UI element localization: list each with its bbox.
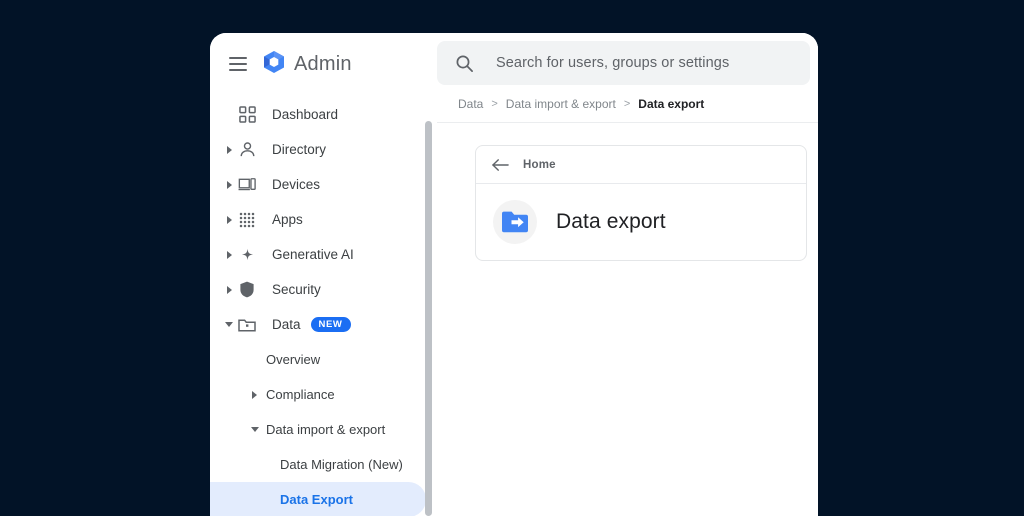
breadcrumb-item-data-import-export[interactable]: Data import & export <box>506 97 616 111</box>
arrow-back-icon[interactable] <box>492 158 509 172</box>
sidebar-item-label: Directory <box>272 142 327 157</box>
breadcrumb-separator: > <box>491 97 498 110</box>
search-region: Search for users, groups or settings <box>437 33 818 85</box>
card-back-label: Home <box>523 158 556 171</box>
sidebar-item-devices[interactable]: Devices <box>210 167 437 202</box>
sidebar-item-data-export[interactable]: Data Export <box>210 482 426 516</box>
sidebar-item-label: Apps <box>272 212 303 227</box>
admin-brand[interactable]: Admin <box>263 50 352 79</box>
sidebar-scrollbar-thumb[interactable] <box>425 121 432 516</box>
sidebar-item-label: Dashboard <box>272 107 339 122</box>
chevron-right-icon[interactable] <box>222 285 236 294</box>
sidebar-item-data[interactable]: Data NEW <box>210 307 437 342</box>
chevron-down-icon[interactable] <box>222 321 236 328</box>
new-badge: NEW <box>310 316 351 333</box>
content-area: Home Data export <box>437 123 818 516</box>
admin-console-window: Admin Dashboard Directory Devices Apps G… <box>210 33 818 516</box>
breadcrumb: Data > Data import & export > Data expor… <box>437 85 818 123</box>
sidebar-item-label: Devices <box>272 177 321 192</box>
sidebar-item-directory[interactable]: Directory <box>210 132 437 167</box>
sidebar-navigation: Admin Dashboard Directory Devices Apps G… <box>210 33 437 516</box>
data-export-folder-arrow-icon <box>493 200 537 244</box>
card-back-home-row[interactable]: Home <box>476 146 806 184</box>
hamburger-menu-icon[interactable] <box>229 57 247 71</box>
sidebar-item-dashboard[interactable]: Dashboard <box>210 97 437 132</box>
sidebar-item-list: Dashboard Directory Devices Apps Generat… <box>210 95 437 516</box>
sidebar-item-label: Data import & export <box>266 422 386 437</box>
shield-icon <box>236 281 258 298</box>
search-magnifier-icon <box>455 54 474 73</box>
breadcrumb-separator: > <box>623 97 631 110</box>
sidebar-item-label: Data Migration (New) <box>280 457 403 472</box>
google-admin-hexagon-logo-icon <box>263 50 285 79</box>
card-title: Data export <box>556 210 666 233</box>
chevron-right-icon[interactable] <box>222 250 236 259</box>
sidebar-item-security[interactable]: Security <box>210 272 437 307</box>
sidebar-item-data-import-export[interactable]: Data import & export <box>210 412 437 447</box>
brand-label: Admin <box>294 52 352 75</box>
sparkle-star-icon <box>236 246 258 263</box>
person-icon <box>236 141 258 158</box>
chevron-right-icon[interactable] <box>222 215 236 224</box>
chevron-right-icon[interactable] <box>222 180 236 189</box>
sidebar-item-generative-ai[interactable]: Generative AI <box>210 237 437 272</box>
data-export-card: Home Data export <box>475 145 807 261</box>
folder-data-icon <box>236 317 258 333</box>
breadcrumb-item-data-export: Data export <box>638 96 705 111</box>
sidebar-header: Admin <box>210 33 437 95</box>
data-export-item[interactable]: Data export <box>476 184 806 260</box>
sidebar-item-overview[interactable]: Overview <box>210 342 437 377</box>
dashboard-grid-icon <box>236 106 258 123</box>
chevron-right-icon[interactable] <box>222 145 236 154</box>
sidebar-item-compliance[interactable]: Compliance <box>210 377 437 412</box>
sidebar-item-label: Overview <box>266 352 321 367</box>
chevron-right-icon[interactable] <box>248 390 261 399</box>
sidebar-item-label: Data Export <box>280 492 353 507</box>
sidebar-item-label: Security <box>272 282 321 297</box>
device-laptop-phone-icon <box>236 177 258 192</box>
sidebar-item-label: Compliance <box>266 387 335 402</box>
main-content: Search for users, groups or settings Dat… <box>437 33 818 516</box>
sidebar-item-label: Data <box>272 317 301 332</box>
sidebar-scrollbar-track[interactable] <box>424 33 433 516</box>
search-input[interactable]: Search for users, groups or settings <box>437 41 810 85</box>
chevron-down-icon[interactable] <box>248 426 261 433</box>
sidebar-item-apps[interactable]: Apps <box>210 202 437 237</box>
search-placeholder-text: Search for users, groups or settings <box>496 55 730 71</box>
sidebar-item-label: Generative AI <box>272 247 354 262</box>
breadcrumb-item-data[interactable]: Data <box>458 97 483 111</box>
apps-dots-grid-icon <box>236 212 258 228</box>
sidebar-item-data-migration-new[interactable]: Data Migration (New) <box>210 447 437 482</box>
